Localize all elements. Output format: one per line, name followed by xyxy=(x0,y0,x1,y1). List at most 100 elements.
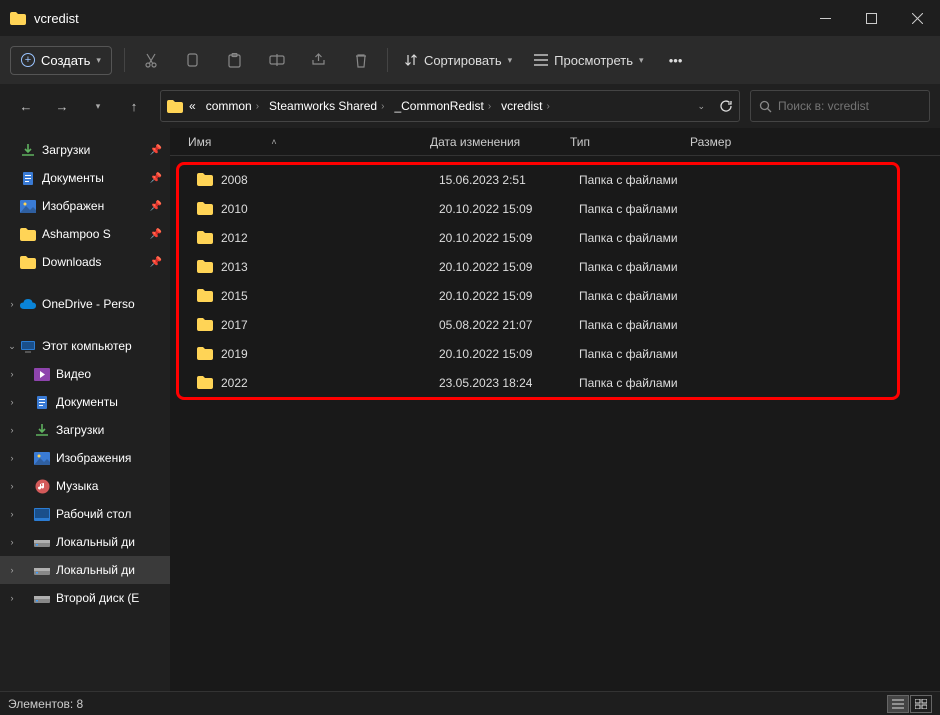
sidebar-this-pc[interactable]: ⌄ Этот компьютер xyxy=(0,332,170,360)
folder-icon xyxy=(197,347,213,360)
file-type: Папка с файлами xyxy=(579,347,699,361)
download-icon xyxy=(20,142,36,158)
file-type: Папка с файлами xyxy=(579,173,699,187)
folder-icon xyxy=(20,226,36,242)
file-row[interactable]: 2017 05.08.2022 21:07Папка с файлами xyxy=(179,310,897,339)
chevron-right-icon: › xyxy=(6,425,18,435)
sort-button[interactable]: Сортировать ▾ xyxy=(394,42,522,78)
file-name: 2019 xyxy=(221,347,248,361)
separator xyxy=(387,48,388,72)
sidebar-thispc-item[interactable]: ›Видео xyxy=(0,360,170,388)
file-row[interactable]: 202223.05.2023 18:24Папка с файлами xyxy=(179,368,897,397)
sidebar-item-label: Документы xyxy=(56,395,118,409)
drive-icon xyxy=(34,590,50,606)
address-bar[interactable]: « common› Steamworks Shared› _CommonRedi… xyxy=(160,90,740,122)
sort-indicator-icon: ˄ xyxy=(271,137,276,147)
plus-icon: + xyxy=(21,53,35,67)
file-type: Папка с файлами xyxy=(579,231,699,245)
recent-button[interactable]: ▾ xyxy=(82,90,114,122)
copy-button[interactable] xyxy=(173,42,213,78)
sidebar-thispc-item[interactable]: ›Локальный ди xyxy=(0,556,170,584)
file-row[interactable]: 201920.10.2022 15:09Папка с файлами xyxy=(179,339,897,368)
download-icon xyxy=(34,422,50,438)
chevron-down-icon: ▾ xyxy=(508,55,513,66)
breadcrumb-item[interactable]: vcredist› xyxy=(497,99,554,113)
sidebar-item-label: Второй диск (E xyxy=(56,591,139,605)
search-input[interactable] xyxy=(778,99,921,113)
sidebar-quick-item[interactable]: Ashampoo S📌 xyxy=(0,220,170,248)
file-type: Папка с файлами xyxy=(579,260,699,274)
file-row[interactable]: 200815.06.2023 2:51Папка с файлами xyxy=(179,165,897,194)
file-row[interactable]: 201020.10.2022 15:09Папка с файлами xyxy=(179,194,897,223)
sidebar-quick-item[interactable]: Загрузки📌 xyxy=(0,136,170,164)
sidebar-quick-item[interactable]: Изображен📌 xyxy=(0,192,170,220)
search-icon xyxy=(759,100,772,113)
file-row[interactable]: 2013 20.10.2022 15:09Папка с файлами xyxy=(179,252,897,281)
cut-button[interactable] xyxy=(131,42,171,78)
drive-icon xyxy=(34,562,50,578)
rename-button[interactable] xyxy=(257,42,297,78)
column-type[interactable]: Тип xyxy=(570,135,690,149)
sidebar-thispc-item[interactable]: ›Изображения xyxy=(0,444,170,472)
share-button[interactable] xyxy=(299,42,339,78)
back-button[interactable]: ← xyxy=(10,90,42,122)
music-icon xyxy=(34,478,50,494)
folder-icon xyxy=(197,260,213,273)
delete-button[interactable] xyxy=(341,42,381,78)
breadcrumb-item[interactable]: _CommonRedist› xyxy=(390,99,495,113)
sidebar-thispc-item[interactable]: ›Рабочий стол xyxy=(0,500,170,528)
drive-icon xyxy=(34,534,50,550)
column-name[interactable]: Имя˄ xyxy=(180,135,430,149)
file-date: 15.06.2023 2:51 xyxy=(439,173,579,187)
doc-icon xyxy=(20,170,36,186)
breadcrumb-item[interactable]: common› xyxy=(202,99,263,113)
chevron-down-icon: ⌄ xyxy=(6,341,18,352)
paste-button[interactable] xyxy=(215,42,255,78)
sort-label: Сортировать xyxy=(424,53,502,68)
file-date: 20.10.2022 15:09 xyxy=(439,260,579,274)
sidebar-quick-item[interactable]: Документы📌 xyxy=(0,164,170,192)
new-button[interactable]: + Создать ▾ xyxy=(10,46,112,75)
maximize-button[interactable] xyxy=(848,0,894,36)
file-date: 05.08.2022 21:07 xyxy=(439,318,579,332)
icons-view-button[interactable] xyxy=(910,695,932,713)
folder-icon xyxy=(20,254,36,270)
chevron-right-icon: › xyxy=(6,565,18,575)
sidebar-thispc-item[interactable]: ›Локальный ди xyxy=(0,528,170,556)
sidebar-item-label: Рабочий стол xyxy=(56,507,131,521)
chevron-right-icon: › xyxy=(6,397,18,407)
chevron-right-icon: › xyxy=(6,299,18,309)
file-name: 2013 xyxy=(221,260,248,274)
minimize-button[interactable] xyxy=(802,0,848,36)
sidebar-item-label: Изображения xyxy=(56,451,131,465)
sidebar-onedrive[interactable]: › OneDrive - Perso xyxy=(0,290,170,318)
up-button[interactable]: ↑ xyxy=(118,90,150,122)
file-date: 20.10.2022 15:09 xyxy=(439,231,579,245)
folder-icon xyxy=(167,100,183,113)
navigation-pane: Загрузки📌Документы📌Изображен📌Ashampoo S📌… xyxy=(0,128,170,691)
sidebar-quick-item[interactable]: Downloads📌 xyxy=(0,248,170,276)
chevron-down-icon[interactable]: ⌄ xyxy=(697,101,705,112)
view-button[interactable]: Просмотреть ▾ xyxy=(524,42,653,78)
view-icon xyxy=(534,54,548,66)
sidebar-thispc-item[interactable]: ›Второй диск (E xyxy=(0,584,170,612)
details-view-button[interactable] xyxy=(887,695,909,713)
file-name: 2017 xyxy=(221,318,248,332)
file-type: Папка с файлами xyxy=(579,318,699,332)
forward-button[interactable]: → xyxy=(46,90,78,122)
file-date: 20.10.2022 15:09 xyxy=(439,202,579,216)
more-button[interactable]: ••• xyxy=(656,42,696,78)
file-row[interactable]: 2012 20.10.2022 15:09Папка с файлами xyxy=(179,223,897,252)
column-date[interactable]: Дата изменения xyxy=(430,135,570,149)
breadcrumb-item[interactable]: Steamworks Shared› xyxy=(265,99,388,113)
sidebar-thispc-item[interactable]: › Документы xyxy=(0,388,170,416)
sidebar-thispc-item[interactable]: ›Загрузки xyxy=(0,416,170,444)
search-box[interactable] xyxy=(750,90,930,122)
file-row[interactable]: 201520.10.2022 15:09Папка с файлами xyxy=(179,281,897,310)
refresh-button[interactable] xyxy=(719,99,733,113)
file-name: 2012 xyxy=(221,231,248,245)
close-button[interactable] xyxy=(894,0,940,36)
sidebar-thispc-item[interactable]: ›Музыка xyxy=(0,472,170,500)
video-icon xyxy=(34,366,50,382)
column-size[interactable]: Размер xyxy=(690,135,940,149)
